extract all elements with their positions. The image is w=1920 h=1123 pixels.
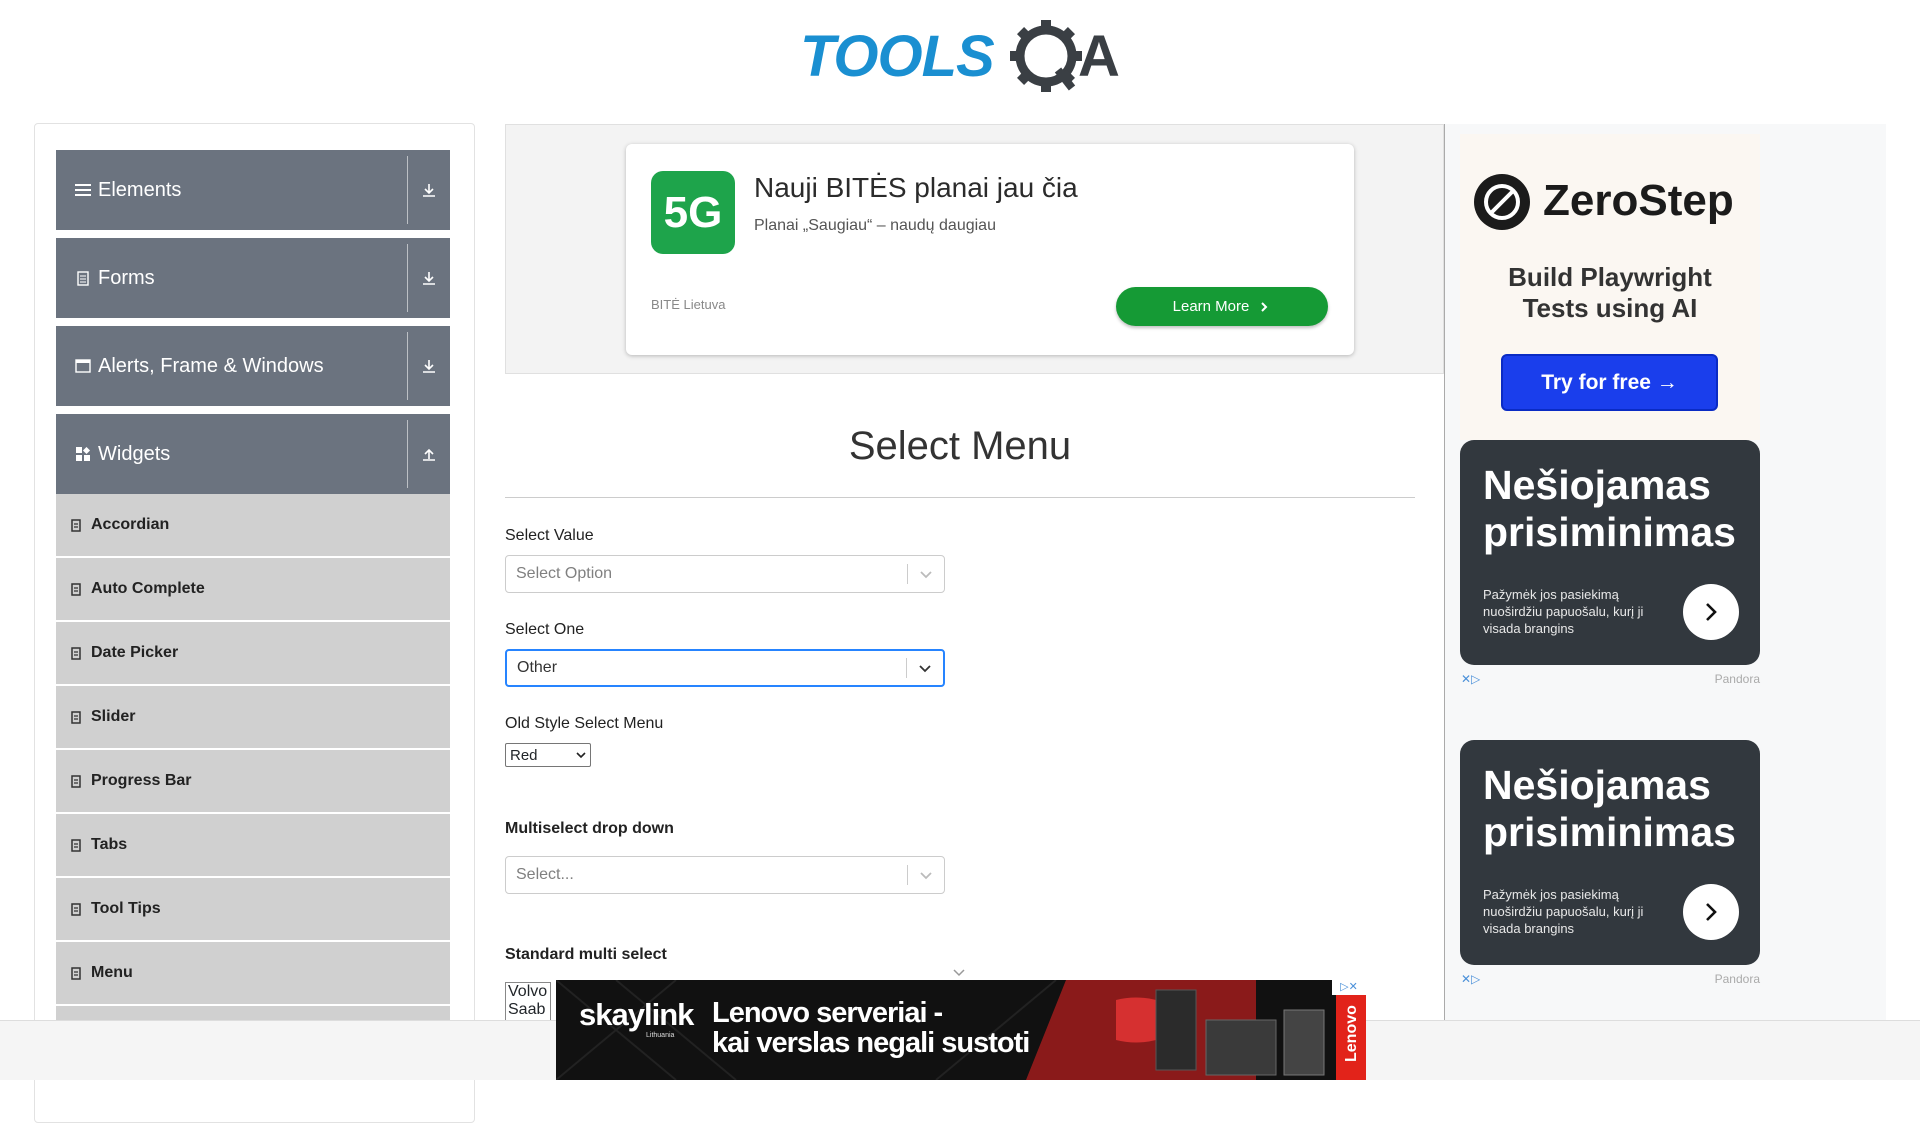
- select-value-placeholder: Select Option: [516, 565, 613, 582]
- document-icon: [74, 269, 92, 287]
- select-value-dropdown[interactable]: Select Option: [505, 555, 945, 593]
- select-one-value: Other: [517, 659, 558, 676]
- ad-subtitle: Planai „Saugiau“ – naudų daugiau: [754, 217, 996, 234]
- pandora-ad-card[interactable]: Nešiojamas prisiminimas Pažymėk jos pasi…: [1460, 740, 1760, 965]
- list-item-icon: [71, 838, 85, 852]
- sidebar-group-label: Elements: [98, 178, 182, 201]
- skaylink-brand: skaylink: [579, 997, 694, 1032]
- list-item-icon: [71, 710, 85, 724]
- old-style-select[interactable]: Red: [505, 743, 591, 767]
- chevron-down-icon: [576, 752, 586, 759]
- sidebar-group-label: Forms: [98, 266, 155, 289]
- multiselect-label: Multiselect drop down: [505, 820, 674, 837]
- chevron-down-icon[interactable]: [907, 663, 943, 673]
- sidebar-item-label: Auto Complete: [91, 580, 205, 597]
- sidebar-item-label: Date Picker: [91, 644, 179, 661]
- zerostep-tagline-line: Build Playwright: [1508, 262, 1712, 292]
- multi-option[interactable]: Saab: [508, 1001, 550, 1019]
- ad-brand: BITĖ Lietuva: [651, 297, 726, 312]
- skaylink-ad[interactable]: skaylink Lithuania Lenovo serveriai - ka…: [556, 980, 1366, 1080]
- select-one-dropdown[interactable]: Other: [505, 649, 945, 687]
- ad-close-icon[interactable]: ▷✕: [1332, 980, 1366, 995]
- chevron-down-icon[interactable]: [908, 569, 944, 579]
- sidebar-item-label: Tool Tips: [91, 900, 161, 917]
- ad-footer-brand: Pandora: [1714, 672, 1760, 686]
- ad-line-1: Lenovo serveriai -: [712, 997, 943, 1029]
- ad-line-2: kai verslas negali sustoti: [712, 1027, 1030, 1059]
- left-sidebar: Elements Forms Alerts, Frame & Windows W…: [34, 123, 475, 1123]
- svg-text:TOOLS: TOOLS: [800, 24, 995, 89]
- download-arrow-icon[interactable]: [408, 182, 450, 198]
- sidebar-group-alerts[interactable]: Alerts, Frame & Windows: [56, 326, 450, 406]
- sidebar-item-progress-bar[interactable]: Progress Bar: [56, 750, 450, 812]
- chevron-down-icon[interactable]: [908, 870, 944, 880]
- sidebar-item-tabs[interactable]: Tabs: [56, 814, 450, 876]
- sidebar-group-widgets[interactable]: Widgets: [56, 414, 450, 494]
- ad-title: Nauji BITĖS planai jau čia: [754, 172, 1078, 203]
- old-style-value: Red: [510, 746, 538, 764]
- learn-more-label: Learn More: [1172, 298, 1250, 315]
- chevron-right-icon[interactable]: [1683, 884, 1739, 940]
- pandora-ad-card[interactable]: Nešiojamas prisiminimas Pažymėk jos pasi…: [1460, 440, 1760, 665]
- old-style-label: Old Style Select Menu: [505, 715, 664, 732]
- page-title: Select Menu: [848, 424, 1072, 468]
- sidebar-item-tool-tips[interactable]: Tool Tips: [56, 878, 450, 940]
- zerostep-name: ZeroStep: [1543, 176, 1734, 225]
- list-item-icon: [71, 582, 85, 596]
- pandora-ad-title: Nešiojamas prisiminimas: [1483, 762, 1736, 855]
- standard-multi-label: Standard multi select: [505, 946, 667, 963]
- select-one-label: Select One: [505, 621, 585, 638]
- list-item-icon: [71, 966, 85, 980]
- 5g-badge: 5G: [651, 171, 735, 254]
- multi-option[interactable]: Volvo: [508, 983, 550, 1001]
- zerostep-tagline-line: Tests using AI: [1522, 293, 1698, 323]
- sidebar-item-accordian[interactable]: Accordian: [56, 494, 450, 556]
- chevron-right-icon: [1261, 301, 1268, 312]
- sidebar-item-slider[interactable]: Slider: [56, 686, 450, 748]
- sidebar-group-elements[interactable]: Elements: [56, 150, 450, 230]
- select-value-label: Select Value: [505, 527, 594, 544]
- list-item-icon: [71, 902, 85, 916]
- list-item-icon: [71, 518, 85, 532]
- chevron-right-icon[interactable]: [1683, 584, 1739, 640]
- sidebar-group-label: Widgets: [98, 442, 171, 465]
- sidebar-item-label: Slider: [91, 708, 136, 725]
- sidebar-item-label: Menu: [91, 964, 133, 981]
- toolsqa-logo[interactable]: TOOLS A: [800, 14, 1125, 94]
- ad-close-icon[interactable]: ✕▷: [1461, 672, 1480, 686]
- window-icon: [74, 357, 92, 375]
- ad-footer-brand: Pandora: [1714, 972, 1760, 986]
- sidebar-item-auto-complete[interactable]: Auto Complete: [56, 558, 450, 620]
- list-item-icon: [71, 774, 85, 788]
- download-arrow-icon[interactable]: [408, 270, 450, 286]
- sidebar-item-menu[interactable]: Menu: [56, 942, 450, 1004]
- sidebar-group-label: Alerts, Frame & Windows: [98, 354, 324, 377]
- svg-text:A: A: [1078, 24, 1120, 89]
- sidebar-item-label: Accordian: [91, 516, 170, 533]
- multiselect-placeholder: Select...: [516, 866, 574, 883]
- multiselect-dropdown[interactable]: Select...: [505, 856, 945, 894]
- pandora-ad-text: Pažymėk jos pasiekimą nuoširdžiu papuoša…: [1483, 887, 1644, 936]
- sidebar-item-label: Tabs: [91, 836, 128, 853]
- sidebar-item-label: Progress Bar: [91, 772, 192, 789]
- zerostep-logo-icon: [1474, 174, 1530, 230]
- lenovo-label: Lenovo: [1343, 1005, 1360, 1062]
- pandora-ad-title: Nešiojamas prisiminimas: [1483, 462, 1736, 555]
- pandora-ad-text: Pažymėk jos pasiekimą nuoširdžiu papuoša…: [1483, 587, 1644, 636]
- sidebar-item-date-picker[interactable]: Date Picker: [56, 622, 450, 684]
- skaylink-sub: Lithuania: [646, 1032, 675, 1039]
- zerostep-tagline: Build Playwright Tests using AI: [1460, 262, 1760, 324]
- ad-choices-bar: ✕▷ Pandora: [1460, 672, 1760, 688]
- title-divider: [505, 497, 1415, 498]
- ad-choices-bar: ✕▷ Pandora: [1460, 972, 1760, 988]
- download-arrow-icon[interactable]: [408, 358, 450, 374]
- list-item-icon: [71, 646, 85, 660]
- widgets-icon: [74, 445, 92, 463]
- ad-close-icon[interactable]: ✕▷: [1461, 972, 1480, 986]
- upload-arrow-icon[interactable]: [408, 446, 450, 462]
- sidebar-group-forms[interactable]: Forms: [56, 238, 450, 318]
- try-for-free-button[interactable]: Try for free →: [1501, 354, 1718, 411]
- learn-more-button[interactable]: Learn More: [1116, 287, 1328, 326]
- hamburger-icon: [74, 181, 92, 199]
